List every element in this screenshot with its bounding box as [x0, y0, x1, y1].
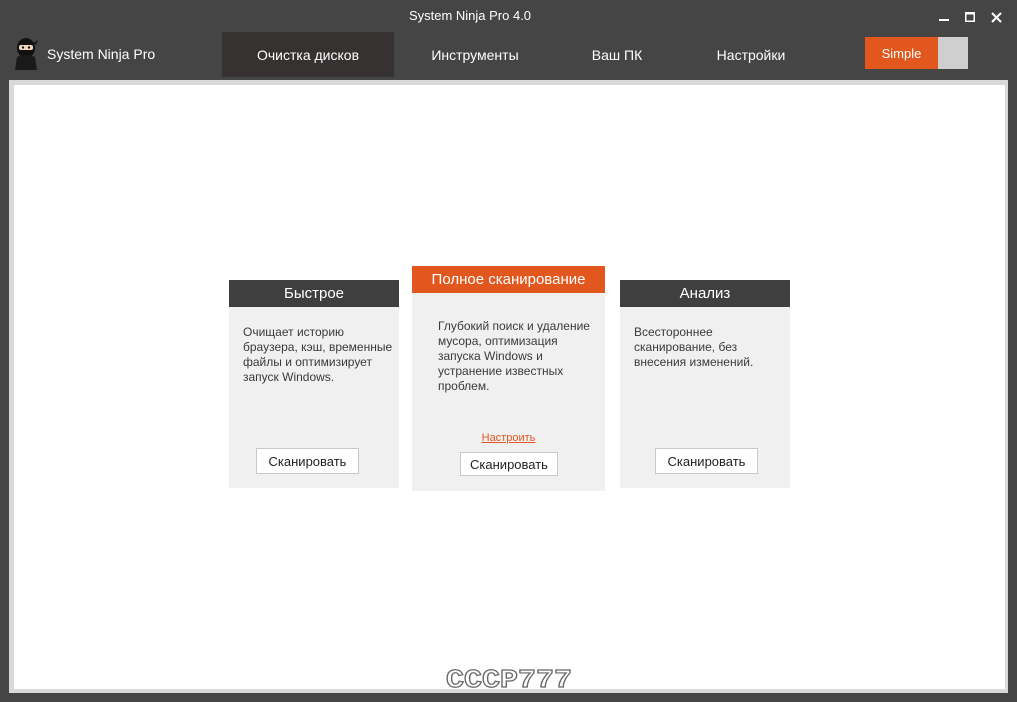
configure-link[interactable]: Настроить [412, 432, 605, 444]
maximize-button[interactable] [959, 6, 981, 28]
watermark-text: CCCP777 [446, 666, 572, 690]
quick-scan-title: Быстрое [229, 280, 399, 307]
tab-disk-cleanup[interactable]: Очистка дисков [222, 32, 394, 77]
main-navigation: Очистка дисков Инструменты Ваш ПК Настро… [222, 32, 824, 77]
quick-scan-button[interactable]: Сканировать [256, 448, 359, 474]
app-logo: System Ninja Pro [13, 36, 213, 72]
analysis-title: Анализ [620, 280, 790, 307]
ninja-icon [15, 38, 38, 70]
analysis-description: Всестороннее сканирование, без внесения … [634, 325, 754, 369]
analysis-card: Анализ Всестороннее сканирование, без вн… [620, 280, 790, 488]
tab-tools[interactable]: Инструменты [394, 32, 556, 77]
simple-mode-button[interactable]: Simple [865, 37, 938, 69]
close-icon [990, 11, 1002, 23]
full-scan-button[interactable]: Сканировать [460, 452, 558, 476]
full-scan-description: Глубокий поиск и удаление мусора, оптими… [438, 319, 590, 393]
watermark: CCCP777 [446, 666, 573, 690]
full-scan-card: Полное сканирование Глубокий поиск и уда… [412, 266, 605, 491]
close-button[interactable] [985, 6, 1007, 28]
full-scan-title: Полное сканирование [412, 266, 605, 293]
quick-scan-card: Быстрое Очищает историю браузера, кэш, в… [229, 280, 399, 488]
analysis-scan-button[interactable]: Сканировать [655, 448, 758, 474]
app-name: System Ninja Pro [47, 46, 156, 62]
tab-settings[interactable]: Настройки [678, 32, 824, 77]
mode-toggle: Simple [865, 37, 968, 69]
advanced-mode-button[interactable] [938, 37, 968, 69]
minimize-icon [939, 19, 949, 21]
tab-your-pc[interactable]: Ваш ПК [556, 32, 678, 77]
maximize-icon [965, 12, 975, 22]
quick-scan-description: Очищает историю браузера, кэш, временные… [243, 325, 393, 384]
title-bar: System Ninja Pro 4.0 [0, 0, 1017, 32]
minimize-button[interactable] [933, 6, 955, 28]
window-title: System Ninja Pro 4.0 [408, 8, 532, 23]
